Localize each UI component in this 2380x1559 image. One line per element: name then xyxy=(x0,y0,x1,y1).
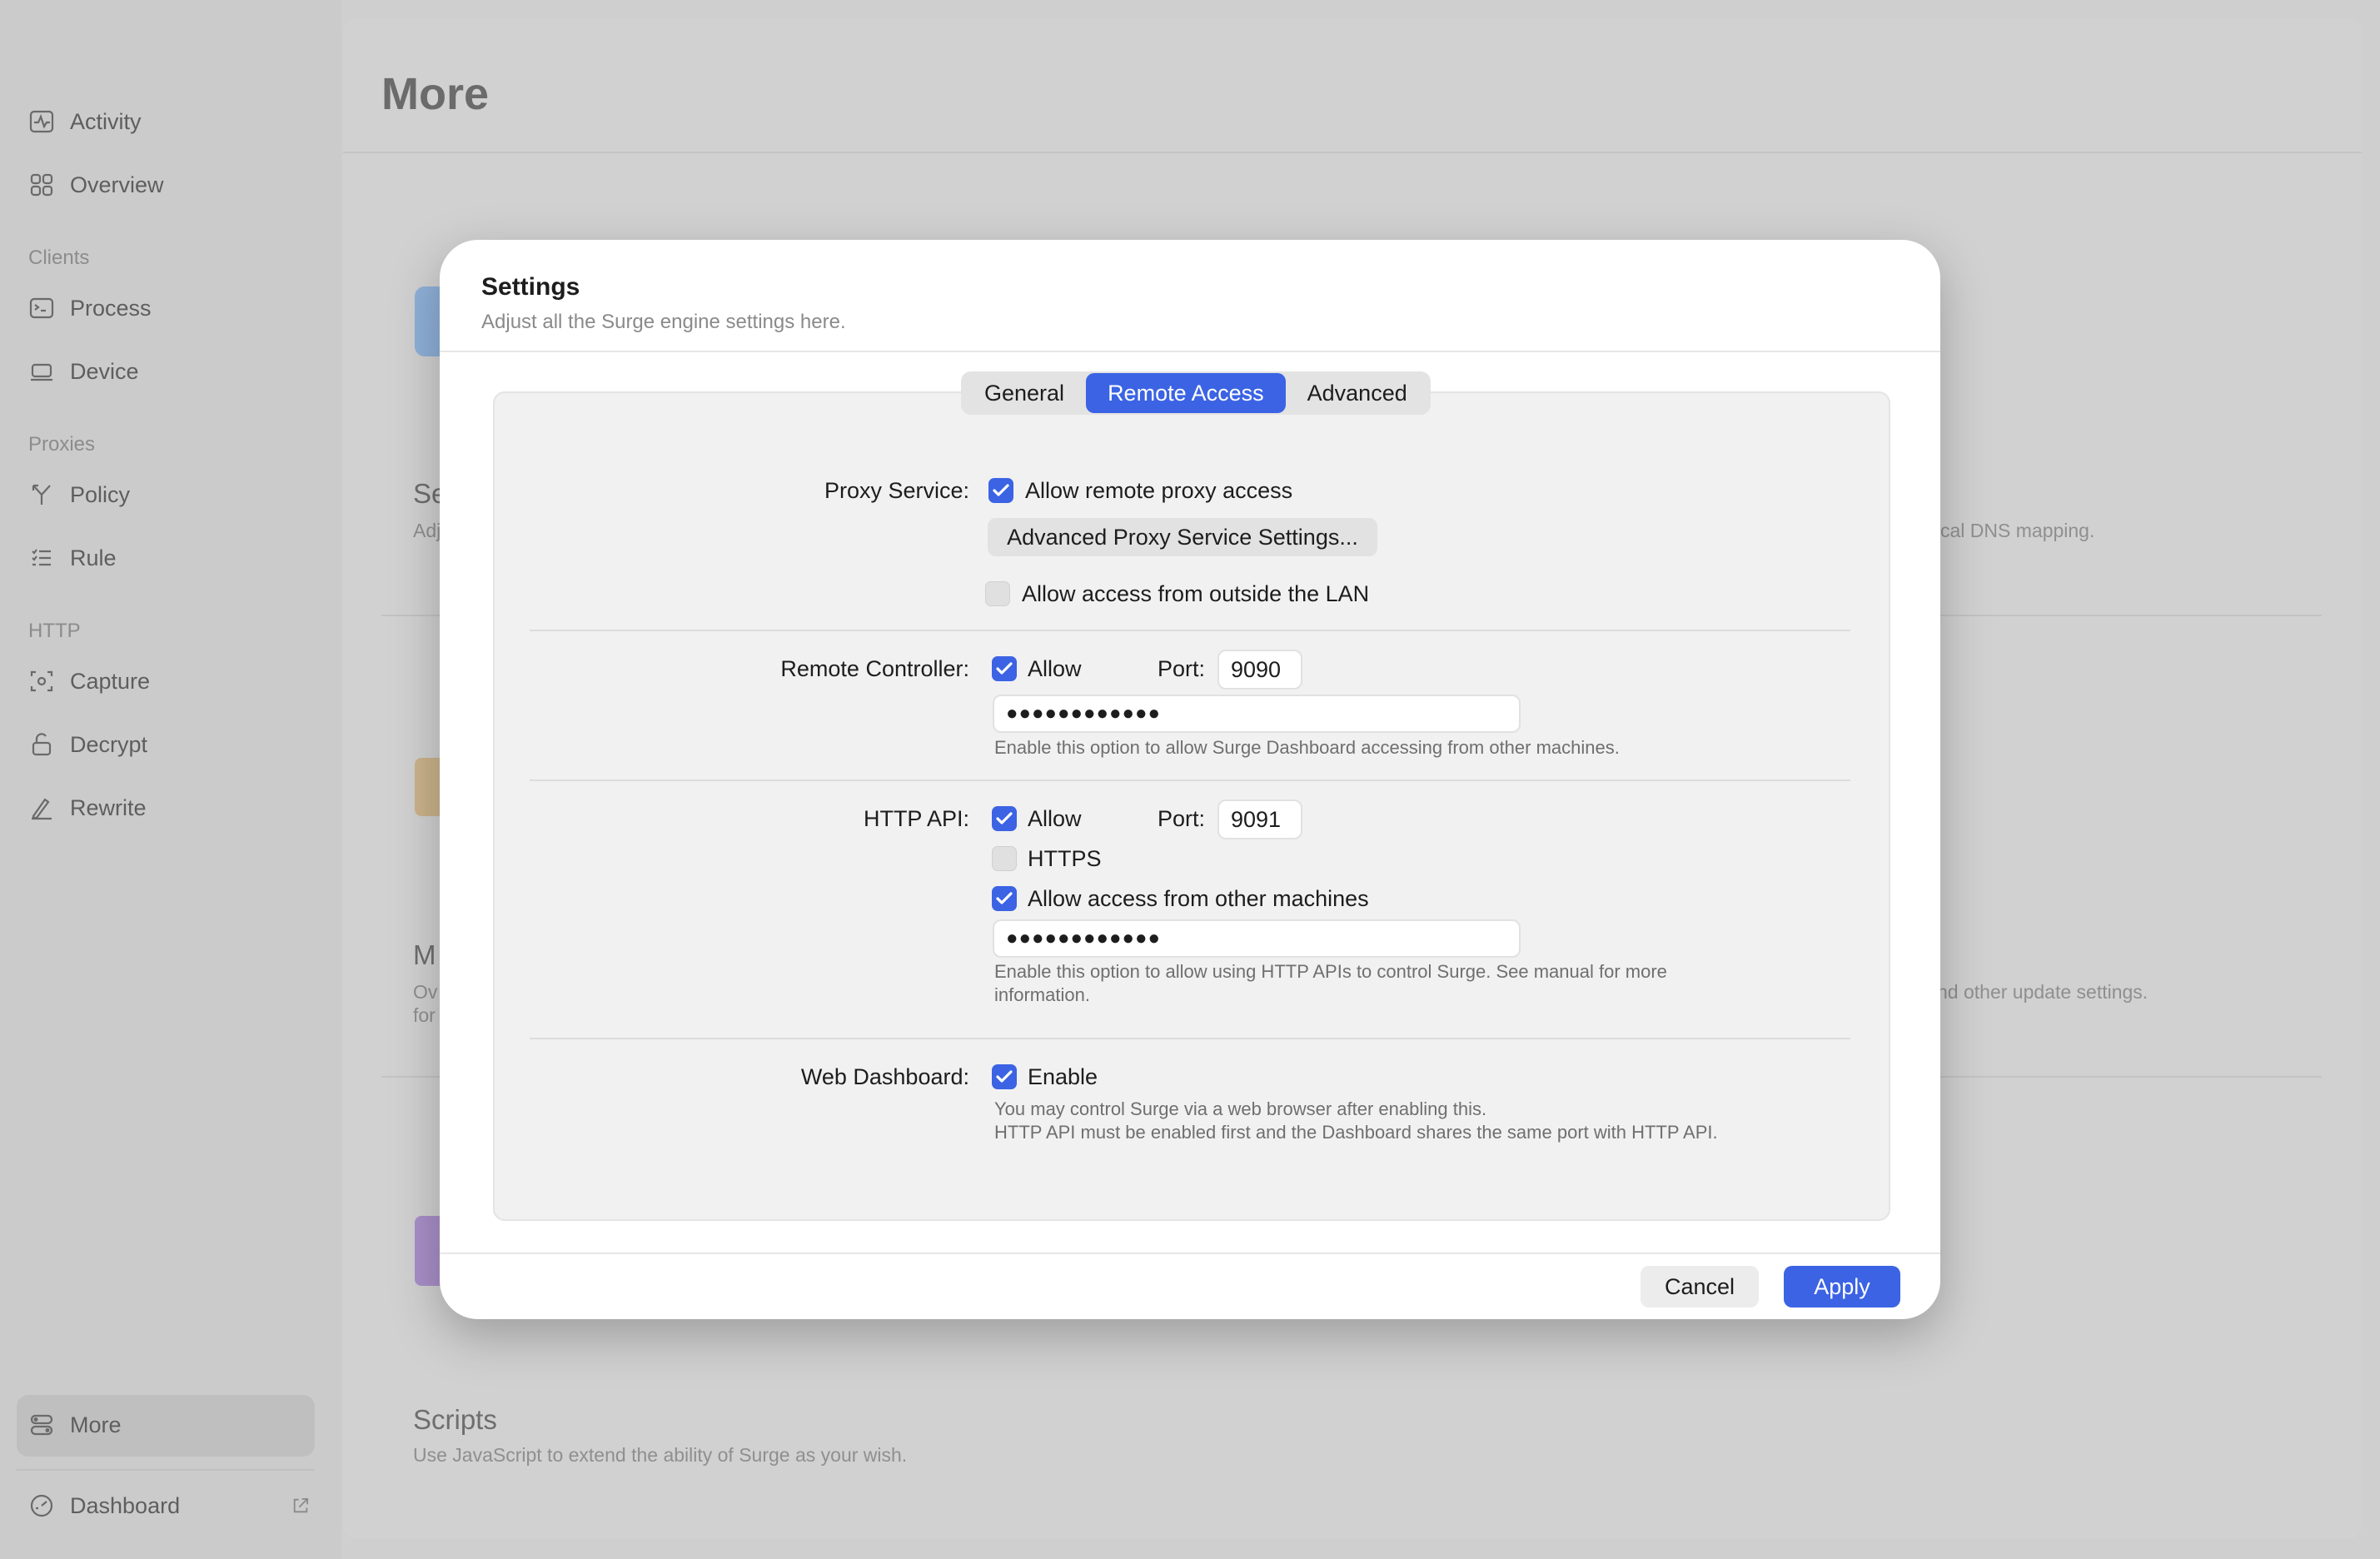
sidebar-item-device[interactable]: Device xyxy=(28,346,139,396)
section-divider xyxy=(530,630,1850,631)
sidebar-item-label: Rule xyxy=(70,545,117,570)
overview-icon xyxy=(30,173,53,197)
policy-icon xyxy=(32,484,51,505)
sidebar-item-label: Capture xyxy=(70,668,151,694)
sidebar-item-process[interactable]: Process xyxy=(28,283,152,333)
sidebar-item-label: Activity xyxy=(70,108,142,134)
http-api-allow-checkbox[interactable] xyxy=(992,806,1017,831)
tab-remote-access[interactable]: Remote Access xyxy=(1086,373,1286,413)
sidebar-item-activity[interactable]: Activity xyxy=(28,97,142,147)
allow-remote-proxy-label: Allow remote proxy access xyxy=(1025,478,1293,503)
remote-controller-allow-checkbox[interactable] xyxy=(992,656,1017,681)
advanced-proxy-settings-button[interactable]: Advanced Proxy Service Settings... xyxy=(988,518,1377,556)
sidebar-item-label: Dashboard xyxy=(70,1492,181,1518)
process-icon xyxy=(29,297,54,319)
sidebar-item-overview[interactable]: Overview xyxy=(28,160,164,210)
http-api-port-field[interactable]: 9091 xyxy=(1217,799,1302,839)
sidebar-item-label: More xyxy=(70,1412,122,1437)
sidebar-divider xyxy=(17,1469,315,1471)
sidebar-item-rewrite[interactable]: Rewrite xyxy=(28,783,147,833)
https-checkbox[interactable] xyxy=(992,846,1017,871)
sidebar-item-rule[interactable]: Rule xyxy=(28,533,117,583)
web-dashboard-help-line1: You may control Surge via a web browser … xyxy=(994,1098,1487,1119)
web-dashboard-enable-label: Enable xyxy=(1028,1064,1098,1089)
section-divider xyxy=(530,780,1850,781)
dialog-title: Settings xyxy=(481,273,580,301)
remote-controller-label: Remote Controller: xyxy=(780,656,969,681)
other-machines-checkbox[interactable] xyxy=(992,886,1017,911)
remote-controller-password-field[interactable]: ●●●●●●●●●●●● xyxy=(993,695,1521,733)
sidebar-item-label: Overview xyxy=(70,172,164,197)
app-window: Activity Overview Clients Process Device… xyxy=(0,0,2380,1559)
allow-remote-proxy-checkbox[interactable] xyxy=(988,478,1013,503)
tab-general[interactable]: General xyxy=(963,373,1086,413)
sidebar-item-more[interactable]: More xyxy=(28,1400,122,1450)
remote-controller-help: Enable this option to allow Surge Dashbo… xyxy=(994,737,1620,758)
decrypt-icon xyxy=(32,733,52,756)
external-link-icon xyxy=(293,1497,309,1513)
capture-icon xyxy=(30,670,53,692)
outside-lan-checkbox[interactable] xyxy=(985,581,1010,606)
settings-tabs: General Remote Access Advanced xyxy=(961,371,1431,415)
http-api-label: HTTP API: xyxy=(863,806,969,831)
sidebar-item-label: Device xyxy=(70,358,139,384)
sidebar-item-dashboard[interactable]: Dashboard xyxy=(28,1481,311,1531)
more-icon xyxy=(30,1414,53,1436)
sidebar-item-label: Decrypt xyxy=(70,731,148,757)
checkmark-icon xyxy=(996,812,1013,824)
remote-controller-allow-label: Allow xyxy=(1028,656,1082,681)
remote-controller-port-field[interactable]: 9090 xyxy=(1217,650,1302,690)
other-machines-label: Allow access from other machines xyxy=(1028,886,1369,911)
sidebar-item-capture[interactable]: Capture xyxy=(28,656,150,706)
checkmark-icon xyxy=(993,484,1009,496)
cancel-button[interactable]: Cancel xyxy=(1641,1266,1759,1307)
web-dashboard-label: Web Dashboard: xyxy=(800,1064,969,1089)
checkmark-icon xyxy=(996,1070,1013,1083)
sidebar-item-label: Rewrite xyxy=(70,794,147,820)
sidebar-item-policy[interactable]: Policy xyxy=(28,470,130,520)
tab-advanced[interactable]: Advanced xyxy=(1286,373,1429,413)
http-api-help-line1: Enable this option to allow using HTTP A… xyxy=(994,961,1667,982)
activity-icon xyxy=(29,110,54,133)
remote-controller-port-label: Port: xyxy=(1158,656,1206,681)
sidebar-section-clients: Clients xyxy=(28,247,90,269)
bg-heading-m: M xyxy=(413,939,436,970)
scripts-description: Use JavaScript to extend the ability of … xyxy=(413,1444,908,1466)
bg-text-for: for xyxy=(413,1004,436,1026)
web-dashboard-help-line2: HTTP API must be enabled first and the D… xyxy=(994,1122,1718,1143)
apply-button[interactable]: Apply xyxy=(1784,1266,1900,1307)
device-icon xyxy=(31,363,52,381)
dialog-header-divider xyxy=(440,351,1940,352)
bg-text-update: nd other update settings. xyxy=(1937,981,2148,1003)
header-divider xyxy=(343,152,2362,153)
http-api-help-line2: information. xyxy=(994,984,1090,1005)
http-api-port-label: Port: xyxy=(1158,806,1206,831)
sidebar-section-http: HTTP xyxy=(28,620,81,642)
rewrite-icon xyxy=(32,798,52,820)
https-label: HTTPS xyxy=(1028,846,1102,871)
sidebar-item-label: Process xyxy=(70,295,152,321)
sidebar-item-label: Policy xyxy=(70,481,131,507)
checkmark-icon xyxy=(996,892,1013,904)
web-dashboard-enable-checkbox[interactable] xyxy=(992,1064,1017,1089)
checkmark-icon xyxy=(996,662,1013,675)
bg-text-ov: Ov xyxy=(413,981,438,1003)
bg-text-dns: cal DNS mapping. xyxy=(1940,520,2095,541)
section-divider xyxy=(530,1038,1850,1039)
bg-text-adj: Adj xyxy=(413,520,441,541)
sidebar-item-decrypt[interactable]: Decrypt xyxy=(28,720,147,770)
outside-lan-label: Allow access from outside the LAN xyxy=(1022,581,1370,606)
proxy-service-label: Proxy Service: xyxy=(824,478,969,503)
scripts-title: Scripts xyxy=(413,1404,497,1435)
sidebar: Activity Overview Clients Process Device… xyxy=(0,0,341,1559)
page-title: More xyxy=(381,69,490,119)
dashboard-icon xyxy=(30,1494,53,1517)
dialog-footer-divider xyxy=(440,1253,1940,1254)
http-api-password-field[interactable]: ●●●●●●●●●●●● xyxy=(993,919,1521,958)
dialog-subtitle: Adjust all the Surge engine settings her… xyxy=(481,311,846,333)
http-api-allow-label: Allow xyxy=(1028,806,1082,831)
rule-icon xyxy=(32,549,51,566)
sidebar-section-proxies: Proxies xyxy=(28,433,96,456)
